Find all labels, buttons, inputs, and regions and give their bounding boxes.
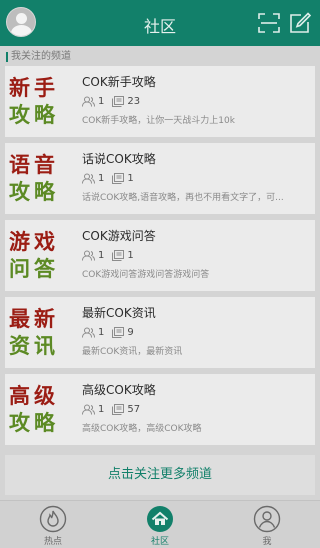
members-count: 1 [98,403,105,415]
badge-bottom-text: 资讯 [9,333,59,358]
channel-badge: 语音 攻略 [9,151,71,207]
channel-description: 话说COK攻略,语音攻略，再也不用看文字了，可... [82,193,284,203]
badge-top-text: 最新 [9,306,59,331]
channel-title: 高级COK攻略 [82,383,156,397]
channel-description: COK游戏问答游戏问答游戏问答 [82,270,210,280]
home-icon [147,506,173,532]
badge-top-text: 高级 [9,383,59,408]
channel-title: COK游戏问答 [82,229,156,243]
followed-channels-label: 我关注的频道 [0,50,71,64]
members-icon [82,327,95,338]
top-bar: 社区 [0,0,320,46]
posts-icon [112,172,125,184]
tab-community-label: 社区 [150,537,169,547]
posts-count: 9 [127,326,134,338]
channel-item[interactable]: 最新 资讯 最新COK资讯 1 9 最新COK资讯，最新资讯 [5,297,315,368]
posts-icon [112,95,125,107]
badge-bottom-text: 问答 [9,256,59,281]
members-icon [82,404,95,415]
tab-community[interactable]: 社区 [130,505,190,547]
members-count: 1 [98,172,105,184]
members-icon [82,96,95,107]
channel-item[interactable]: 高级 攻略 高级COK攻略 1 57 高级COK攻略，高级COK攻略 [5,374,315,445]
members-count: 1 [98,249,105,261]
channel-title: 最新COK资讯 [82,306,156,320]
follow-more-channels-button[interactable]: 点击关注更多频道 [5,455,315,495]
badge-bottom-text: 攻略 [9,410,59,435]
badge-bottom-text: 攻略 [9,102,59,127]
channel-title: COK新手攻略 [82,75,156,89]
members-icon [82,173,95,184]
badge-top-text: 新手 [9,75,59,100]
channel-badge: 高级 攻略 [9,382,71,438]
posts-icon [112,403,125,415]
tab-me[interactable]: 我 [237,505,297,547]
channel-stats: 1 23 [82,94,148,108]
scan-icon[interactable] [258,13,280,33]
flame-icon [39,505,67,533]
posts-count: 1 [127,249,134,261]
members-icon [82,250,95,261]
channel-badge: 最新 资讯 [9,305,71,361]
badge-top-text: 语音 [9,152,59,177]
channel-item[interactable]: 新手 攻略 COK新手攻略 1 23 COK新手攻略，让你一天战斗力上10k [5,66,315,137]
tab-me-label: 我 [262,537,272,547]
edit-icon[interactable] [289,12,311,34]
channel-stats: 1 57 [82,402,148,416]
posts-count: 57 [127,403,141,415]
channel-badge: 游戏 问答 [9,228,71,284]
channel-title: 话说COK攻略 [82,152,156,166]
bottom-tab-bar: 热点 社区 我 [0,500,320,548]
posts-count: 23 [127,95,141,107]
posts-icon [112,326,125,338]
channel-stats: 1 9 [82,325,142,339]
channel-description: 最新COK资讯，最新资讯 [82,347,183,357]
members-count: 1 [98,95,105,107]
channel-item[interactable]: 语音 攻略 话说COK攻略 1 1 话说COK攻略,语音攻略，再也不用看文字了，… [5,143,315,214]
members-count: 1 [98,326,105,338]
channel-item[interactable]: 游戏 问答 COK游戏问答 1 1 COK游戏问答游戏问答游戏问答 [5,220,315,291]
tab-hot[interactable]: 热点 [23,505,83,547]
channel-stats: 1 1 [82,171,142,185]
profile-icon [253,505,281,533]
posts-icon [112,249,125,261]
channel-description: COK新手攻略，让你一天战斗力上10k [82,116,235,126]
posts-count: 1 [127,172,134,184]
channel-stats: 1 1 [82,248,142,262]
tab-hot-label: 热点 [43,537,62,547]
badge-bottom-text: 攻略 [9,179,59,204]
badge-top-text: 游戏 [9,229,59,254]
channel-badge: 新手 攻略 [9,74,71,130]
channel-description: 高级COK攻略，高级COK攻略 [82,424,202,434]
